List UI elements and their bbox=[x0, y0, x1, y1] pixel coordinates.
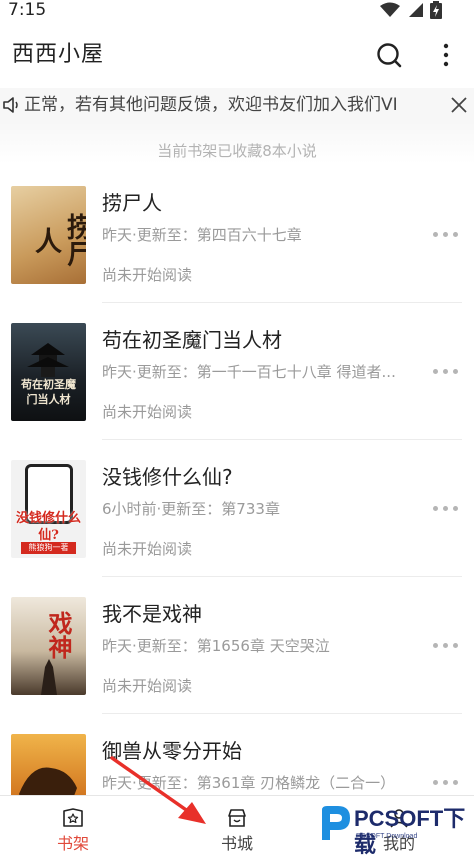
book-reading-progress: 尚未开始阅读 bbox=[102, 403, 193, 421]
notice-text: 正常，若有其他问题反馈，欢迎书友们加入我们VI bbox=[24, 95, 398, 115]
book-title: 御兽从零分开始 bbox=[102, 739, 242, 763]
book-item[interactable]: 没钱修什么仙? 熊狼狗一著 没钱修什么仙? 6小时前·更新至：第733章 尚未开… bbox=[0, 440, 474, 577]
book-cover-author: 熊狼狗一著 bbox=[21, 542, 76, 554]
status-icons bbox=[380, 1, 442, 19]
more-vertical-icon[interactable] bbox=[436, 41, 456, 69]
status-bar: 7:15 bbox=[0, 0, 474, 24]
bookstore-icon bbox=[228, 809, 246, 827]
book-cover[interactable]: 苟在初圣魔门当人材 bbox=[11, 323, 86, 421]
watermark-p-icon bbox=[322, 806, 350, 840]
book-item[interactable]: 捞尸人 捞尸人 昨天·更新至：第四百六十七章 尚未开始阅读 bbox=[0, 166, 474, 303]
book-update-info: 6小时前·更新至：第733章 bbox=[102, 500, 280, 518]
wifi-icon bbox=[380, 2, 400, 17]
book-update-info: 昨天·更新至：第361章 刃格鳞龙（二合一） bbox=[102, 774, 396, 792]
battery-icon bbox=[430, 1, 442, 19]
nav-label: 书架 bbox=[56, 834, 89, 853]
nav-tab-bookshelf[interactable]: 书架 bbox=[13, 796, 133, 856]
book-reading-progress: 尚未开始阅读 bbox=[102, 266, 193, 284]
watermark-text: PCSOFT下载 bbox=[354, 806, 466, 856]
bookshelf-icon bbox=[63, 808, 83, 827]
pagoda-illustration bbox=[27, 343, 69, 377]
speaker-icon bbox=[3, 97, 18, 113]
book-item[interactable]: 戏神 我不是戏神 昨天·更新至：第1656章 天空哭泣 尚未开始阅读 bbox=[0, 577, 474, 714]
search-icon[interactable] bbox=[376, 41, 402, 69]
shelf-summary: 当前书架已收藏8本小说 bbox=[0, 122, 474, 164]
book-title: 我不是戏神 bbox=[102, 602, 202, 626]
book-cover-title: 苟在初圣魔门当人材 bbox=[21, 378, 76, 406]
signal-icon bbox=[409, 3, 423, 17]
book-cover-title: 没钱修什么仙? bbox=[15, 511, 81, 543]
book-update-info: 昨天·更新至：第1656章 天空哭泣 bbox=[102, 637, 330, 655]
book-more-icon[interactable] bbox=[428, 361, 462, 381]
nav-tab-bookstore[interactable]: 书城 bbox=[177, 796, 297, 856]
book-cover[interactable]: 没钱修什么仙? 熊狼狗一著 bbox=[11, 460, 86, 558]
book-title: 苟在初圣魔门当人材 bbox=[102, 328, 282, 352]
book-update-info: 昨天·更新至：第一千一百七十八章 得道者... bbox=[102, 363, 396, 381]
app-title: 西西小屋 bbox=[12, 42, 105, 67]
book-more-icon[interactable] bbox=[428, 772, 462, 792]
status-time: 7:15 bbox=[8, 0, 47, 20]
app-bar: 西西小屋 bbox=[0, 24, 474, 86]
close-icon[interactable] bbox=[448, 94, 470, 116]
book-reading-progress: 尚未开始阅读 bbox=[102, 540, 193, 558]
book-update-info: 昨天·更新至：第四百六十七章 bbox=[102, 226, 302, 244]
watermark-logo: PCSOFT下载 PCSOFT Download bbox=[318, 802, 468, 856]
figure-illustration bbox=[41, 659, 57, 695]
book-cover[interactable]: 戏神 bbox=[11, 597, 86, 695]
notice-bar: 正常，若有其他问题反馈，欢迎书友们加入我们VI bbox=[0, 88, 474, 122]
book-item[interactable]: 苟在初圣魔门当人材 苟在初圣魔门当人材 昨天·更新至：第一千一百七十八章 得道者… bbox=[0, 303, 474, 440]
book-title: 没钱修什么仙? bbox=[102, 465, 233, 489]
book-title: 捞尸人 bbox=[102, 191, 162, 215]
book-more-icon[interactable] bbox=[428, 635, 462, 655]
book-more-icon[interactable] bbox=[428, 224, 462, 244]
book-cover[interactable]: 捞尸人 bbox=[11, 186, 86, 284]
watermark-subtext: PCSOFT Download bbox=[356, 833, 418, 840]
book-more-icon[interactable] bbox=[428, 498, 462, 518]
book-cover-title: 捞尸人 bbox=[30, 213, 86, 267]
nav-label: 书城 bbox=[220, 834, 253, 853]
book-reading-progress: 尚未开始阅读 bbox=[102, 677, 193, 695]
